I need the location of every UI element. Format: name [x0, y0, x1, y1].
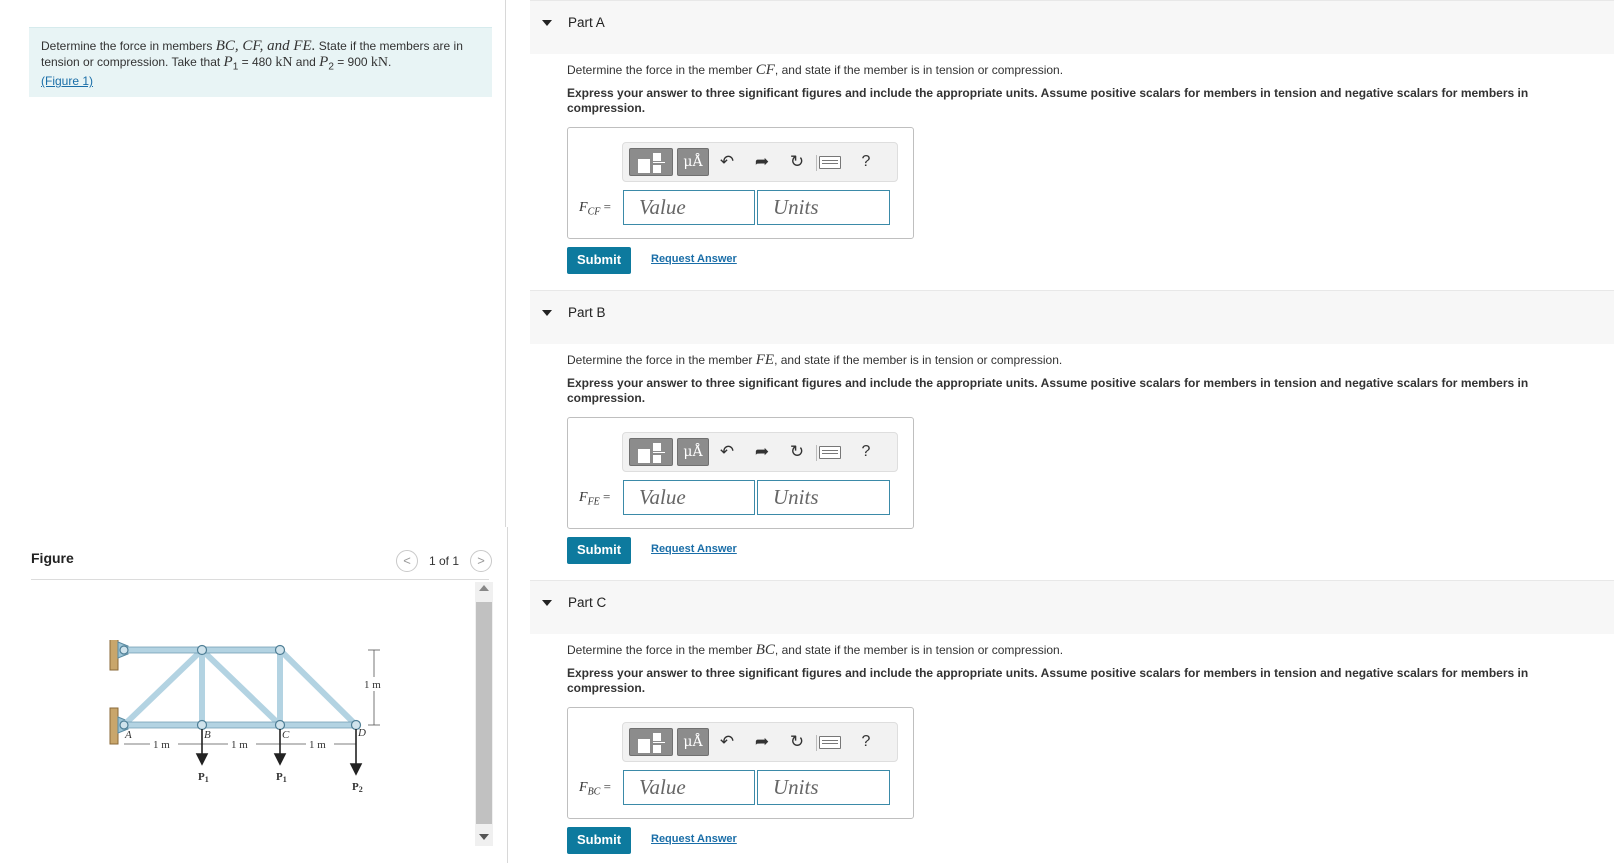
answer-box: μÅ ↶ ➦ ↻ ? FCF = Value Units	[567, 127, 914, 239]
math-toolbar: μÅ ↶ ➦ ↻ ?	[622, 722, 898, 762]
joint-label-a: A	[124, 729, 132, 741]
reset-icon[interactable]: ↻	[786, 441, 808, 463]
help-icon[interactable]: ?	[855, 151, 877, 173]
reset-icon[interactable]: ↻	[786, 151, 808, 173]
wall-support-bottom	[109, 707, 119, 745]
units-input[interactable]: Units	[757, 770, 890, 805]
units-input[interactable]: Units	[757, 190, 890, 225]
variable-label: FCF =	[579, 199, 611, 218]
request-answer-link[interactable]: Request Answer	[651, 543, 737, 555]
dimension-label-1: 1 m	[153, 739, 170, 751]
templates-button[interactable]	[629, 438, 673, 466]
templates-button[interactable]	[629, 728, 673, 756]
variable-label: FBC =	[579, 779, 611, 798]
answer-instructions: Express your answer to three significant…	[567, 666, 1529, 695]
submit-button[interactable]: Submit	[567, 247, 631, 274]
joint-label-f: F	[198, 640, 206, 642]
wall-support-top	[109, 640, 119, 671]
part-title: Part C	[568, 595, 607, 610]
member-af	[121, 647, 205, 728]
pane-divider	[505, 0, 506, 527]
figure-scrollbar[interactable]	[475, 582, 493, 846]
value-input[interactable]: Value	[623, 190, 755, 225]
scroll-thumb[interactable]	[476, 602, 492, 824]
part-c-header[interactable]: Part C	[530, 580, 1614, 634]
collapse-caret-icon[interactable]	[542, 310, 552, 316]
problem-pane: Determine the force in members BC, CF, a…	[0, 0, 505, 863]
load-label-p2-d: P2	[352, 781, 363, 794]
joint-label-d: D	[357, 727, 366, 739]
height-dimension-label: 1 m	[364, 679, 381, 691]
part-a-header[interactable]: Part A	[530, 0, 1614, 54]
units-button[interactable]: μÅ	[677, 148, 709, 176]
members-list: BC, CF, and FE.	[215, 38, 316, 54]
figure-link[interactable]: (Figure 1)	[41, 74, 480, 90]
units-button[interactable]: μÅ	[677, 438, 709, 466]
member-fc	[199, 647, 283, 728]
scroll-up-icon[interactable]	[479, 585, 489, 591]
undo-icon[interactable]: ↶	[716, 731, 738, 753]
load-label-p1-c: P1	[276, 771, 287, 784]
figure-divider	[31, 579, 489, 580]
collapse-caret-icon[interactable]	[542, 600, 552, 606]
part-question: Determine the force in the member CF, an…	[567, 62, 1064, 78]
figure-title: Figure	[31, 550, 74, 566]
collapse-caret-icon[interactable]	[542, 20, 552, 26]
units-button[interactable]: μÅ	[677, 728, 709, 756]
math-toolbar: μÅ ↶ ➦ ↻ ?	[622, 142, 898, 182]
part-question: Determine the force in the member FE, an…	[567, 352, 1063, 368]
joint-label-e: E	[275, 640, 283, 642]
scroll-down-icon[interactable]	[479, 834, 489, 840]
keyboard-icon[interactable]	[819, 736, 841, 749]
answer-box: μÅ ↶ ➦ ↻ ? FBC = Value Units	[567, 707, 914, 819]
dimension-label-2: 1 m	[231, 739, 248, 751]
figure-count: 1 of 1	[429, 554, 460, 568]
redo-icon[interactable]: ➦	[751, 151, 773, 173]
answer-instructions: Express your answer to three significant…	[567, 376, 1529, 405]
templates-button[interactable]	[629, 148, 673, 176]
problem-statement: Determine the force in members BC, CF, a…	[29, 27, 492, 97]
part-title: Part A	[568, 15, 605, 30]
request-answer-link[interactable]: Request Answer	[651, 253, 737, 265]
part-b-header[interactable]: Part B	[530, 290, 1614, 344]
next-figure-button[interactable]: >	[470, 550, 492, 572]
joint-label-c: C	[282, 729, 290, 741]
part-question: Determine the force in the member BC, an…	[567, 642, 1064, 658]
figure-header: Figure < 1 of 1 >	[31, 548, 493, 580]
reset-icon[interactable]: ↻	[786, 731, 808, 753]
math-toolbar: μÅ ↶ ➦ ↻ ?	[622, 432, 898, 472]
redo-icon[interactable]: ➦	[751, 441, 773, 463]
value-input[interactable]: Value	[623, 770, 755, 805]
keyboard-icon[interactable]	[819, 156, 841, 169]
submit-button[interactable]: Submit	[567, 827, 631, 854]
variable-label: FFE =	[579, 489, 611, 508]
load-label-p1-b: P1	[198, 771, 209, 784]
dimension-label-3: 1 m	[309, 739, 326, 751]
part-title: Part B	[568, 305, 606, 320]
request-answer-link[interactable]: Request Answer	[651, 833, 737, 845]
undo-icon[interactable]: ↶	[716, 151, 738, 173]
prev-figure-button[interactable]: <	[396, 550, 418, 572]
joint-label-b: B	[204, 729, 211, 741]
truss-figure: G F E A B C D 1 m 1 m 1 m 1 m	[109, 640, 386, 794]
answer-box: μÅ ↶ ➦ ↻ ? FFE = Value Units	[567, 417, 914, 529]
help-icon[interactable]: ?	[855, 731, 877, 753]
value-input[interactable]: Value	[623, 480, 755, 515]
joint-label-g: G	[122, 640, 130, 643]
pane-divider-lower	[507, 527, 508, 863]
undo-icon[interactable]: ↶	[716, 441, 738, 463]
help-icon[interactable]: ?	[855, 441, 877, 463]
keyboard-icon[interactable]	[819, 446, 841, 459]
units-input[interactable]: Units	[757, 480, 890, 515]
answer-instructions: Express your answer to three significant…	[567, 86, 1529, 115]
redo-icon[interactable]: ➦	[751, 731, 773, 753]
submit-button[interactable]: Submit	[567, 537, 631, 564]
member-ed	[277, 647, 359, 728]
